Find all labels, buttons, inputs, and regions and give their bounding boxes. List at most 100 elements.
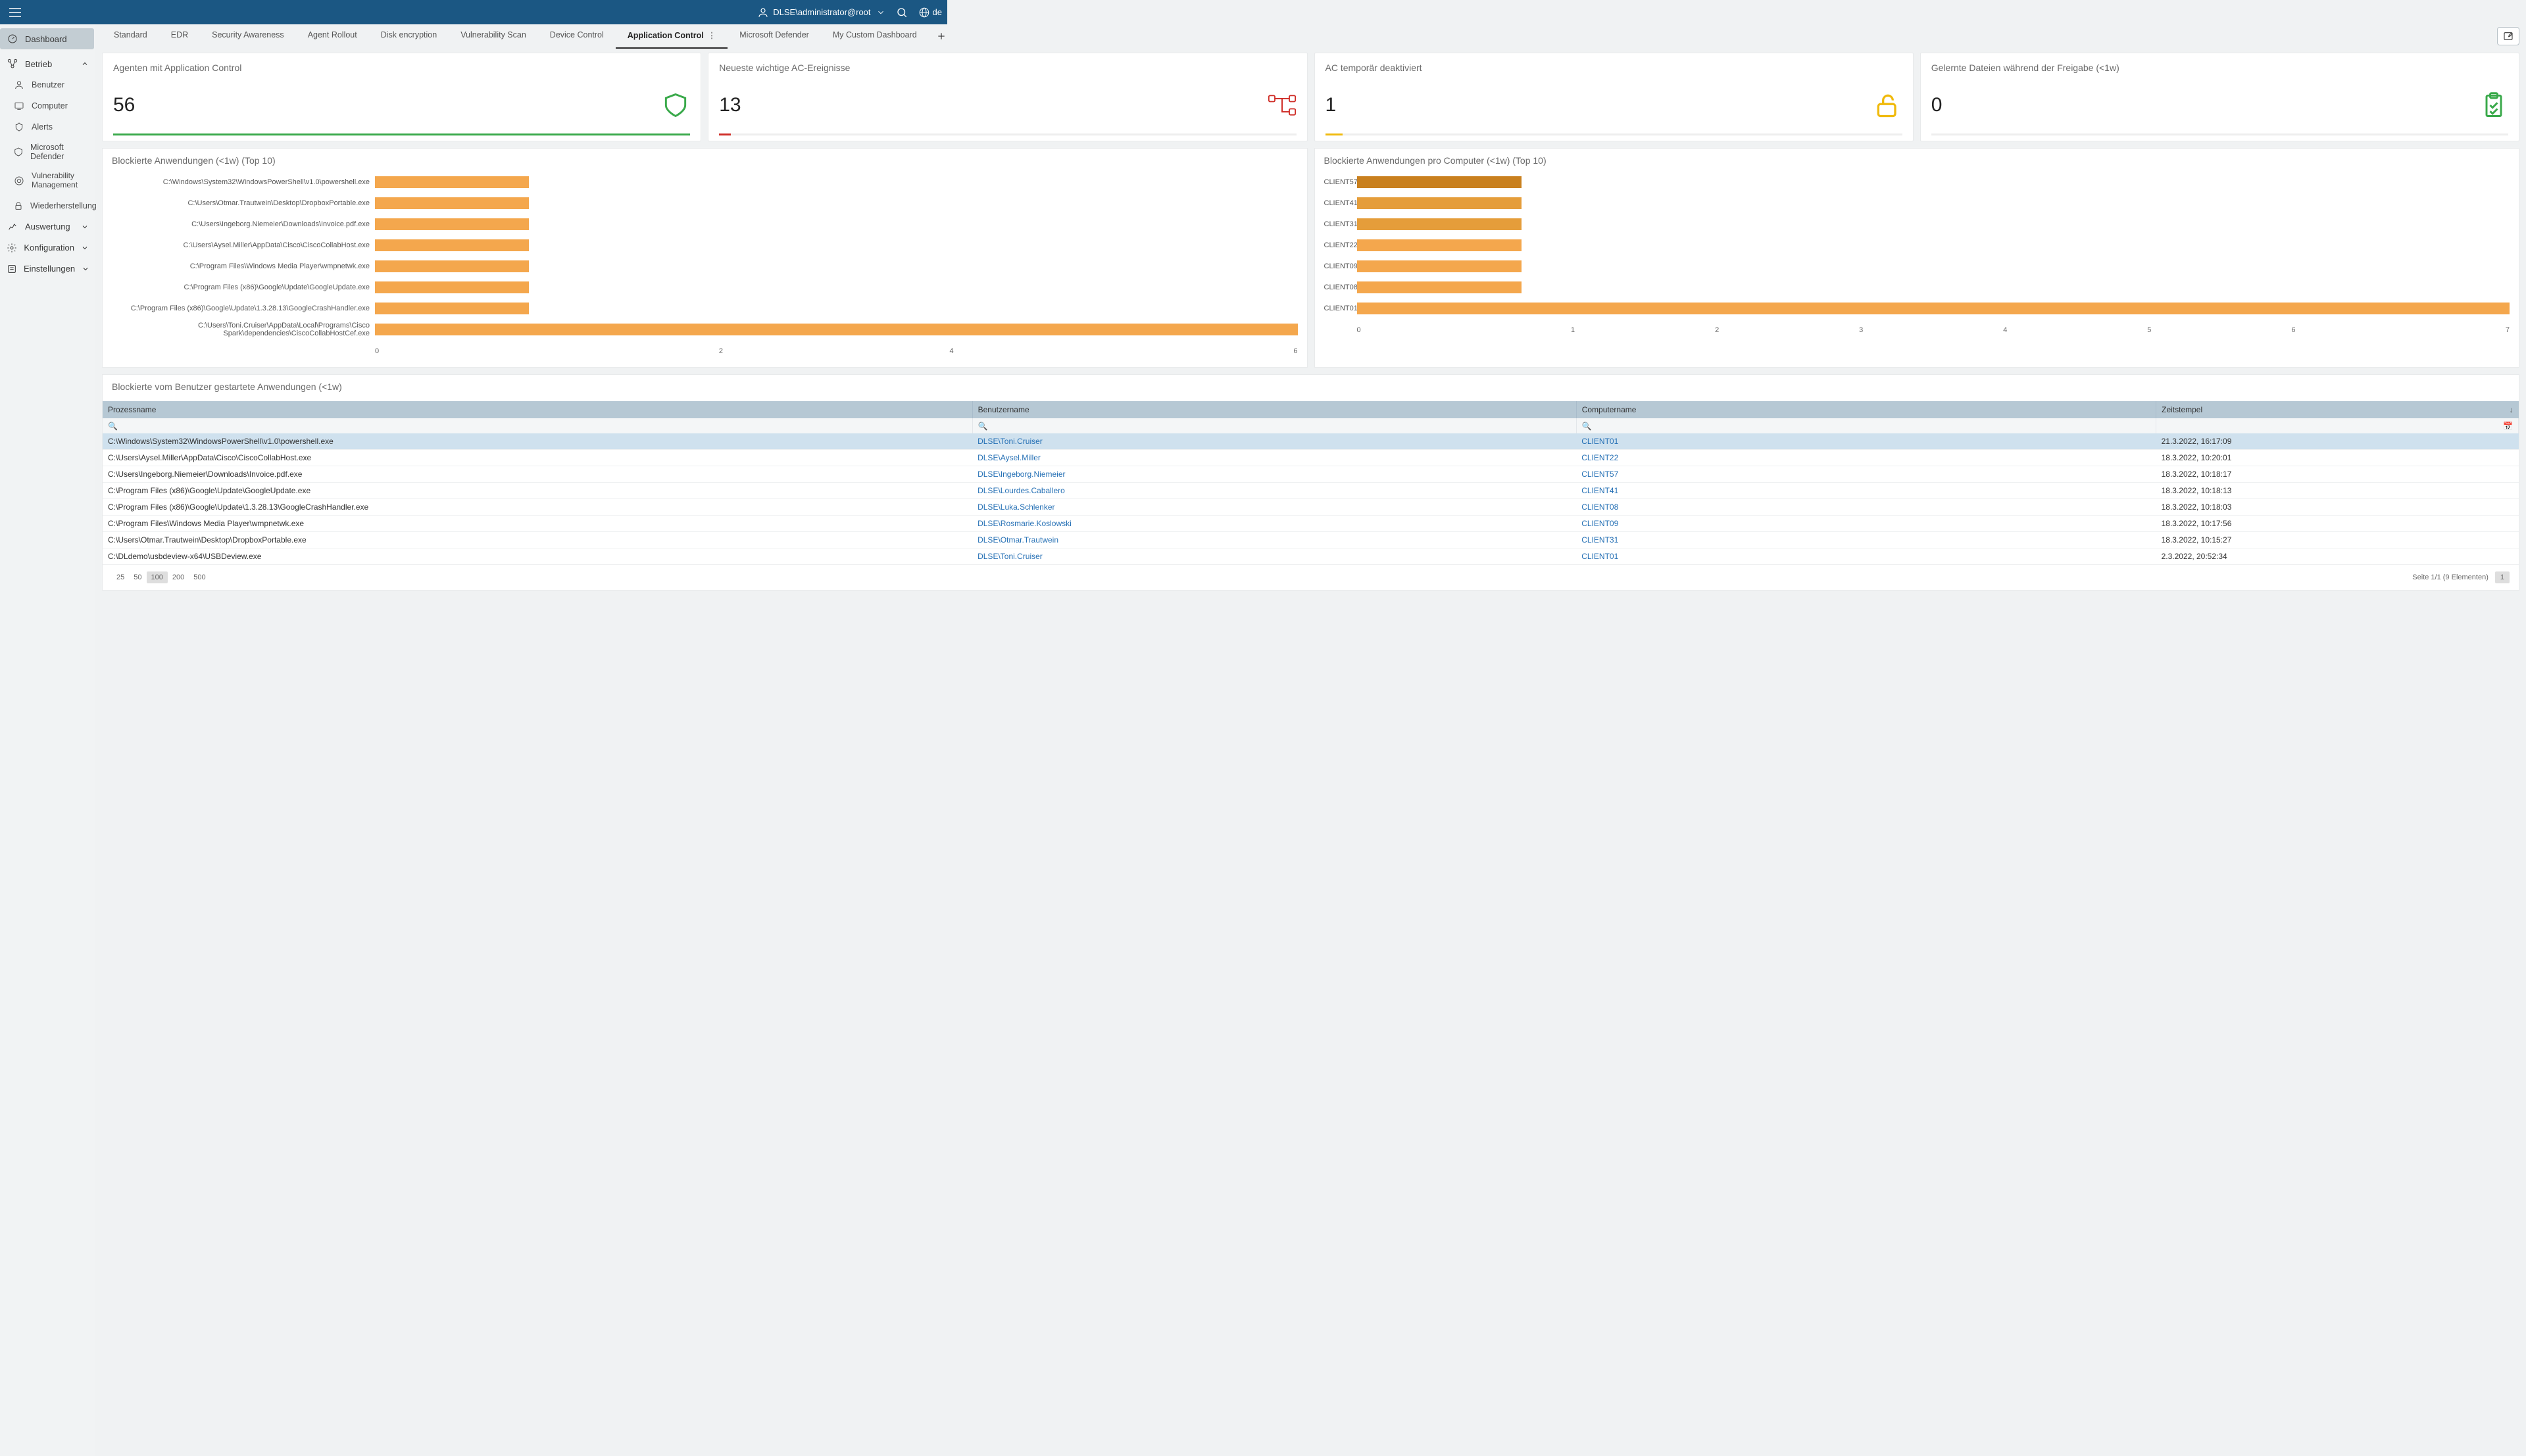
sidebar-betrieb[interactable]: Betrieb bbox=[0, 53, 95, 74]
bar-label: C:\Users\Otmar.Trautwein\Desktop\Dropbox… bbox=[112, 199, 375, 207]
cell-user-link[interactable]: DLSE\Otmar.Trautwein bbox=[978, 535, 1058, 545]
table-row[interactable]: C:\Program Files\Windows Media Player\wm… bbox=[103, 516, 2519, 532]
chart-bar[interactable]: C:\Windows\System32\WindowsPowerShell\v1… bbox=[112, 175, 1298, 189]
tab-edr[interactable]: EDR bbox=[159, 24, 200, 49]
search-icon: 🔍 bbox=[108, 422, 118, 431]
chart-bar[interactable]: C:\Program Files (x86)\Google\Update\1.3… bbox=[112, 301, 1298, 316]
stat-card-0[interactable]: Agenten mit Application Control56 bbox=[102, 53, 701, 141]
column-header[interactable]: Zeitstempel↓ bbox=[2156, 401, 2519, 418]
stat-card-1[interactable]: Neueste wichtige AC-Ereignisse13 bbox=[708, 53, 1307, 141]
sidebar-item-microsoft-defender[interactable]: Microsoft Defender bbox=[0, 137, 95, 166]
chart-bar[interactable]: C:\Users\Aysel.Miller\AppData\Cisco\Cisc… bbox=[112, 238, 1298, 253]
sidebar-item-label: Microsoft Defender bbox=[30, 143, 89, 161]
tab-device-control[interactable]: Device Control bbox=[538, 24, 616, 49]
card-title: AC temporär deaktiviert bbox=[1325, 62, 1902, 73]
pager-page[interactable]: 1 bbox=[2495, 571, 2510, 583]
chart-bar[interactable]: C:\Users\Toni.Cruiser\AppData\Local\Prog… bbox=[112, 322, 1298, 337]
cell-user-link[interactable]: DLSE\Lourdes.Caballero bbox=[978, 486, 1065, 495]
sort-desc-icon: ↓ bbox=[2510, 405, 2514, 414]
cell-computer-link[interactable]: CLIENT08 bbox=[1581, 502, 1618, 512]
column-filter[interactable]: 🔍 bbox=[103, 418, 972, 433]
column-header[interactable]: Computername bbox=[1576, 401, 2156, 418]
tab-menu-icon[interactable]: ⋮ bbox=[708, 31, 716, 40]
table-row[interactable]: C:\Program Files (x86)\Google\Update\Goo… bbox=[103, 483, 2519, 499]
chart-bar[interactable]: CLIENT01 bbox=[1324, 301, 2510, 316]
cell-computer-link[interactable]: CLIENT09 bbox=[1581, 519, 1618, 528]
cell-timestamp: 18.3.2022, 10:18:03 bbox=[2156, 499, 2519, 516]
tab-application-control[interactable]: Application Control⋮ bbox=[616, 24, 728, 49]
chart-axis: 01234567 bbox=[1324, 326, 2510, 334]
column-header[interactable]: Prozessname bbox=[103, 401, 972, 418]
chart-bar[interactable]: CLIENT09 bbox=[1324, 259, 2510, 274]
tab-vulnerability-scan[interactable]: Vulnerability Scan bbox=[449, 24, 538, 49]
tab-microsoft-defender[interactable]: Microsoft Defender bbox=[728, 24, 821, 49]
cell-computer-link[interactable]: CLIENT01 bbox=[1581, 552, 1618, 561]
sidebar-item-alerts[interactable]: Alerts bbox=[0, 116, 95, 137]
tab-standard[interactable]: Standard bbox=[102, 24, 159, 49]
card-title: Agenten mit Application Control bbox=[113, 62, 690, 73]
tab-disk-encryption[interactable]: Disk encryption bbox=[369, 24, 449, 49]
stat-card-3[interactable]: Gelernte Dateien während der Freigabe (<… bbox=[1920, 53, 2519, 141]
chart-bar[interactable]: C:\Users\Ingeborg.Niemeier\Downloads\Inv… bbox=[112, 217, 1298, 231]
sidebar-item-benutzer[interactable]: Benutzer bbox=[0, 74, 95, 95]
sidebar-item-vulnerability-management[interactable]: VulnerabilityManagement bbox=[0, 166, 95, 195]
cell-user-link[interactable]: DLSE\Rosmarie.Koslowski bbox=[978, 519, 1072, 528]
search-icon[interactable] bbox=[896, 7, 908, 18]
tab-security-awareness[interactable]: Security Awareness bbox=[200, 24, 296, 49]
card-icon bbox=[1873, 91, 1902, 120]
menu-toggle[interactable] bbox=[5, 4, 25, 21]
tab-bar: StandardEDRSecurity AwarenessAgent Rollo… bbox=[102, 24, 2519, 47]
cell-computer-link[interactable]: CLIENT01 bbox=[1581, 437, 1618, 446]
sidebar-konfiguration[interactable]: Konfiguration bbox=[0, 237, 95, 258]
column-filter[interactable]: 🔍 bbox=[972, 418, 1576, 433]
table-row[interactable]: C:\Windows\System32\WindowsPowerShell\v1… bbox=[103, 433, 2519, 450]
edit-dashboard-button[interactable] bbox=[2497, 27, 2519, 45]
cell-user-link[interactable]: DLSE\Luka.Schlenker bbox=[978, 502, 1054, 512]
table-row[interactable]: C:\Program Files (x86)\Google\Update\1.3… bbox=[103, 499, 2519, 516]
column-filter[interactable]: 🔍 bbox=[1576, 418, 2156, 433]
sidebar-einstellungen-label: Einstellungen bbox=[24, 264, 75, 274]
chevron-up-icon bbox=[81, 60, 89, 68]
cell-timestamp: 18.3.2022, 10:18:17 bbox=[2156, 466, 2519, 483]
tab-my-custom-dashboard[interactable]: My Custom Dashboard bbox=[821, 24, 929, 49]
cell-user-link[interactable]: DLSE\Toni.Cruiser bbox=[978, 437, 1043, 446]
table-row[interactable]: C:\Users\Ingeborg.Niemeier\Downloads\Inv… bbox=[103, 466, 2519, 483]
page-size-option[interactable]: 500 bbox=[189, 571, 210, 583]
table-row[interactable]: C:\Users\Aysel.Miller\AppData\Cisco\Cisc… bbox=[103, 450, 2519, 466]
page-size-option[interactable]: 25 bbox=[112, 571, 129, 583]
bar-label: CLIENT22 bbox=[1324, 241, 1357, 249]
cell-computer-link[interactable]: CLIENT22 bbox=[1581, 453, 1618, 462]
sidebar-dashboard[interactable]: Dashboard bbox=[0, 28, 94, 49]
cell-computer-link[interactable]: CLIENT41 bbox=[1581, 486, 1618, 495]
cell-computer-link[interactable]: CLIENT57 bbox=[1581, 470, 1618, 479]
chart-bar[interactable]: CLIENT57 bbox=[1324, 175, 2510, 189]
tab-add[interactable] bbox=[929, 26, 954, 46]
column-filter[interactable]: 📅 bbox=[2156, 418, 2519, 433]
chart-bar[interactable]: C:\Program Files\Windows Media Player\wm… bbox=[112, 259, 1298, 274]
tab-agent-rollout[interactable]: Agent Rollout bbox=[296, 24, 369, 49]
chart-bar[interactable]: C:\Program Files (x86)\Google\Update\Goo… bbox=[112, 280, 1298, 295]
sidebar-einstellungen[interactable]: Einstellungen bbox=[0, 258, 95, 279]
sidebar-item-computer[interactable]: Computer bbox=[0, 95, 95, 116]
calendar-icon: 📅 bbox=[2503, 422, 2513, 431]
cell-user-link[interactable]: DLSE\Toni.Cruiser bbox=[978, 552, 1043, 561]
chart-bar[interactable]: CLIENT22 bbox=[1324, 238, 2510, 253]
column-header[interactable]: Benutzername bbox=[972, 401, 1576, 418]
sidebar-auswertung[interactable]: Auswertung bbox=[0, 216, 95, 237]
table-row[interactable]: C:\Users\Otmar.Trautwein\Desktop\Dropbox… bbox=[103, 532, 2519, 548]
cell-user-link[interactable]: DLSE\Aysel.Miller bbox=[978, 453, 1041, 462]
user-menu[interactable]: DLSE\administrator@root bbox=[757, 7, 885, 18]
page-size-option[interactable]: 100 bbox=[147, 571, 168, 583]
language-switch[interactable]: de bbox=[918, 7, 942, 18]
cell-user-link[interactable]: DLSE\Ingeborg.Niemeier bbox=[978, 470, 1065, 479]
sidebar-item-wiederherstellung[interactable]: Wiederherstellung bbox=[0, 195, 95, 216]
table-row[interactable]: C:\DLdemo\usbdeview-x64\USBDeview.exeDLS… bbox=[103, 548, 2519, 565]
stat-card-2[interactable]: AC temporär deaktiviert1 bbox=[1314, 53, 1914, 141]
chart-bar[interactable]: CLIENT41 bbox=[1324, 196, 2510, 210]
page-size-option[interactable]: 200 bbox=[168, 571, 189, 583]
chart-bar[interactable]: CLIENT08 bbox=[1324, 280, 2510, 295]
page-size-option[interactable]: 50 bbox=[129, 571, 146, 583]
cell-computer-link[interactable]: CLIENT31 bbox=[1581, 535, 1618, 545]
chart-bar[interactable]: C:\Users\Otmar.Trautwein\Desktop\Dropbox… bbox=[112, 196, 1298, 210]
chart-bar[interactable]: CLIENT31 bbox=[1324, 217, 2510, 231]
